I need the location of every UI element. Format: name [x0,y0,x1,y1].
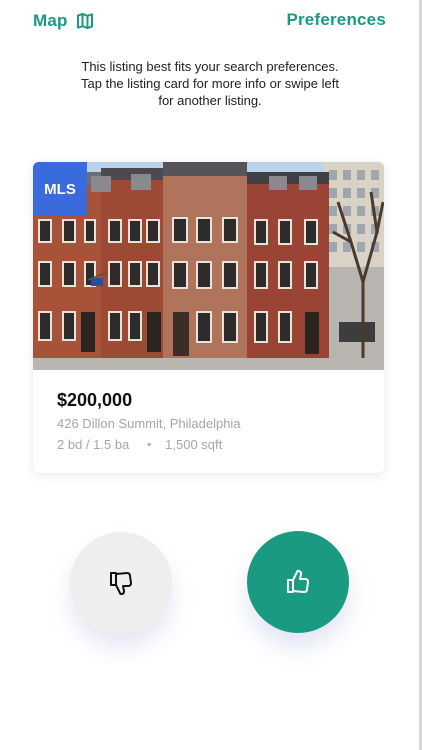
intro-line-1: This listing best fits your search prefe… [81,59,339,74]
intro-line-3: for another listing. [158,93,262,108]
intro-line-2: Tap the listing card for more info or sw… [81,76,339,91]
details-separator: • [147,438,152,451]
top-bar: Map Preferences [0,0,422,44]
square-footage: 1,500 sqft [165,437,223,452]
map-label: Map [33,11,68,30]
map-icon [76,13,93,29]
listing-details: 2 bd / 1.5 ba • 1,500 sqft [57,437,222,452]
preferences-button[interactable]: Preferences [286,10,386,30]
map-button[interactable]: Map [33,10,94,32]
dislike-button[interactable] [70,532,172,634]
listing-address: 426 Dillon Summit, Philadelphia [57,416,241,431]
like-button[interactable] [247,531,349,633]
thumbs-up-icon [287,570,309,593]
beds-baths: 2 bd / 1.5 ba [57,437,130,452]
listing-card[interactable]: MLS $200,000 426 Dillon Summit, Philadel… [33,162,384,473]
mls-badge: MLS [33,162,87,216]
listing-photo: MLS [33,162,384,370]
thumbs-down-icon [110,572,132,595]
intro-text: This listing best fits your search prefe… [60,58,360,109]
listing-price: $200,000 [57,390,133,410]
